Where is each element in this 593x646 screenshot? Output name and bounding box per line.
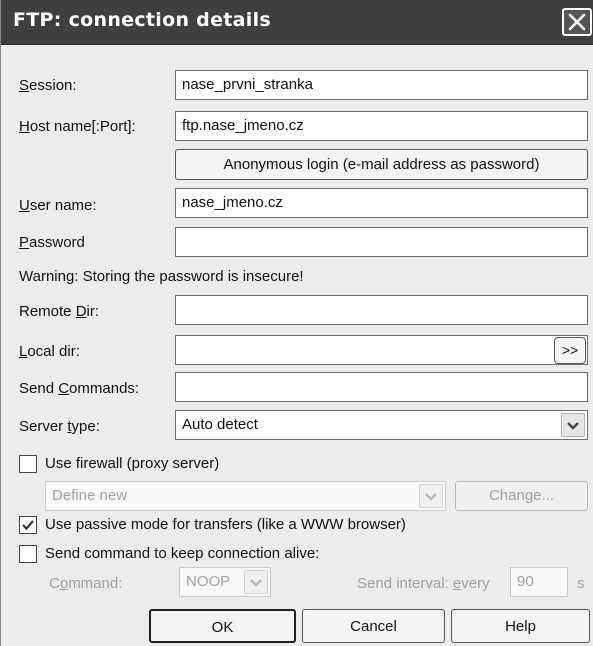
session-label: Session:	[19, 77, 77, 94]
command-dropdown-button[interactable]	[244, 570, 268, 594]
user-name-input[interactable]: nase_jmeno.cz	[175, 188, 588, 218]
chevron-down-icon	[425, 493, 437, 501]
firewall-profile-dropdown-button[interactable]	[419, 484, 443, 508]
firewall-profile-value: Define new	[52, 487, 128, 504]
window-title: FTP: connection details	[13, 9, 272, 31]
firewall-profile-select[interactable]: Define new	[45, 481, 446, 511]
check-icon	[22, 520, 34, 531]
host-input[interactable]: ftp.nase_jmeno.cz	[175, 111, 588, 141]
command-select[interactable]: NOOP	[179, 567, 271, 597]
use-firewall-label: Use firewall (proxy server)	[45, 455, 220, 472]
server-type-label: Server type:	[19, 418, 100, 435]
anonymous-login-button[interactable]: Anonymous login (e-mail address as passw…	[175, 149, 588, 180]
local-dir-input[interactable]	[175, 335, 588, 365]
title-bar[interactable]: FTP: connection details	[1, 0, 593, 45]
send-interval-unit: s	[577, 575, 585, 592]
remote-dir-label: Remote Dir:	[19, 303, 100, 320]
passive-mode-label: Use passive mode for transfers (like a W…	[45, 516, 406, 533]
browse-local-dir-button[interactable]: >>	[554, 337, 586, 364]
passive-mode-checkbox[interactable]	[19, 516, 37, 534]
password-warning: Warning: Storing the password is insecur…	[19, 268, 304, 285]
send-commands-input[interactable]	[175, 372, 588, 402]
password-input[interactable]	[175, 227, 588, 257]
command-label: Command:	[49, 575, 123, 592]
local-dir-label: Local dir:	[19, 343, 80, 360]
server-type-select[interactable]: Auto detect	[175, 410, 588, 440]
send-interval-label: Send interval: every	[357, 575, 490, 592]
help-button[interactable]: Help	[451, 609, 590, 643]
chevron-down-icon	[250, 579, 262, 587]
use-firewall-checkbox[interactable]	[19, 455, 37, 473]
keep-alive-label: Send command to keep connection alive:	[45, 545, 320, 562]
close-button[interactable]	[562, 8, 592, 36]
server-type-value: Auto detect	[182, 416, 258, 433]
keep-alive-checkbox[interactable]	[19, 545, 37, 563]
command-value: NOOP	[186, 573, 231, 590]
close-icon	[568, 13, 586, 31]
user-name-label: User name:	[19, 197, 97, 214]
send-commands-label: Send Commands:	[19, 380, 140, 397]
ftp-connection-dialog: FTP: connection details Session: nase_pr…	[0, 0, 593, 646]
session-input[interactable]: nase_prvni_stranka	[175, 70, 588, 100]
remote-dir-input[interactable]	[175, 295, 588, 325]
cancel-button[interactable]: Cancel	[302, 609, 445, 643]
ok-button[interactable]: OK	[149, 609, 296, 643]
server-type-dropdown-button[interactable]	[561, 413, 585, 437]
change-firewall-button[interactable]: Change...	[455, 481, 588, 511]
send-interval-input[interactable]: 90	[510, 567, 568, 597]
chevron-down-icon	[567, 422, 579, 430]
host-label: Host name[:Port]:	[19, 118, 136, 135]
password-label: Password	[19, 234, 85, 251]
